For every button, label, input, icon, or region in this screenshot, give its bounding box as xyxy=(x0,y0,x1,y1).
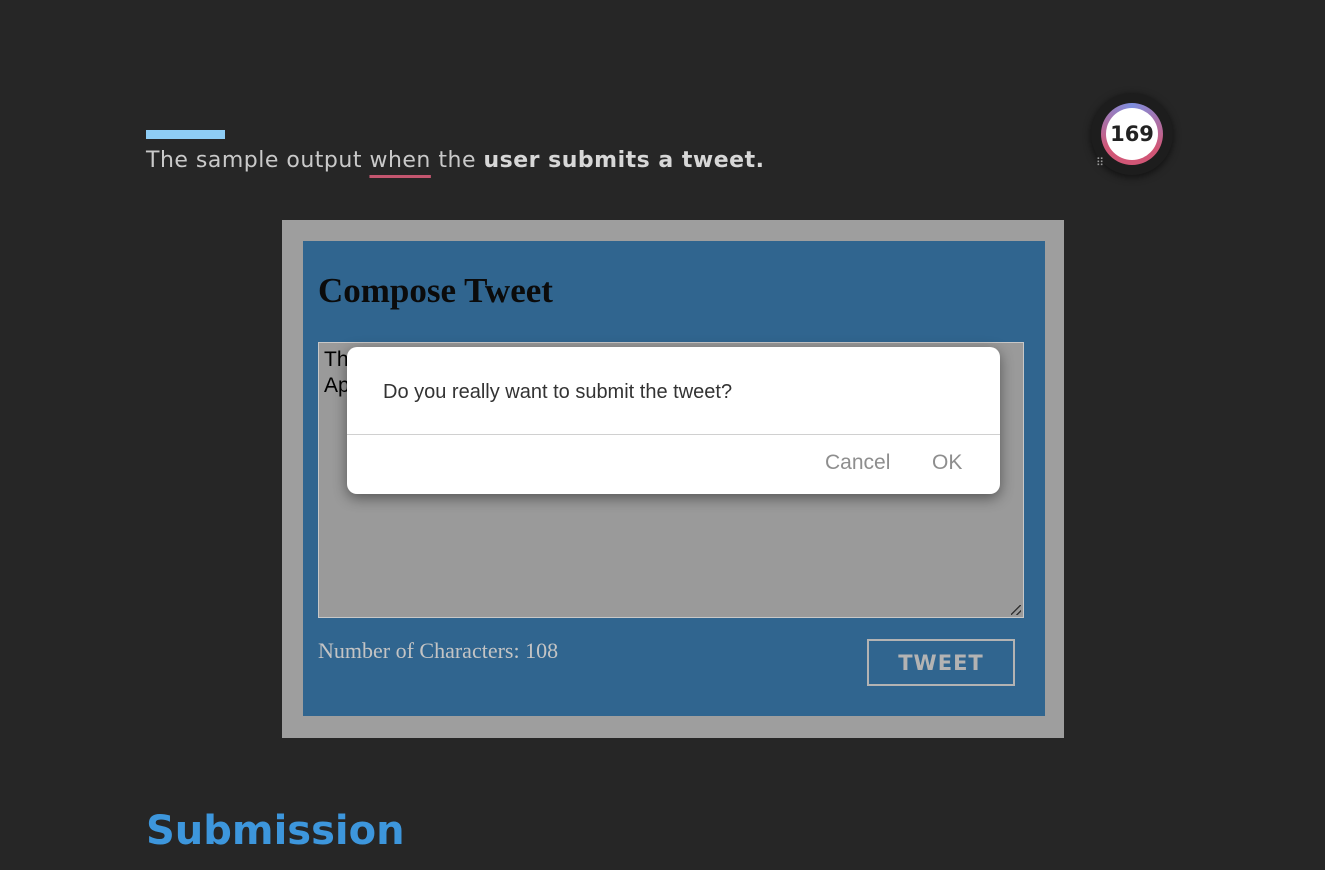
compose-title: Compose Tweet xyxy=(318,271,553,310)
ok-button[interactable]: OK xyxy=(932,451,962,475)
badge-count: 169 xyxy=(1106,108,1158,160)
grammar-badge[interactable]: 169 ⠿ xyxy=(1091,93,1173,175)
intro-part-1: The sample output xyxy=(146,148,370,173)
tweet-button[interactable]: TWEET xyxy=(867,639,1015,686)
badge-ring: 169 xyxy=(1101,103,1163,165)
section-heading: Submission xyxy=(146,808,405,854)
dialog-divider xyxy=(347,434,1000,435)
page: The sample output when the user submits … xyxy=(0,0,1325,870)
confirm-dialog: Do you really want to submit the tweet? … xyxy=(347,347,1000,494)
drag-handle-icon[interactable]: ⠿ xyxy=(1096,157,1104,168)
accent-bar xyxy=(146,130,225,139)
resize-grip-icon[interactable] xyxy=(1011,605,1021,615)
character-count: Number of Characters: 108 xyxy=(318,638,559,663)
intro-bold-text: user submits a tweet. xyxy=(483,148,765,173)
intro-part-2: the xyxy=(430,148,484,173)
intro-text: The sample output when the user submits … xyxy=(146,148,764,173)
dialog-message: Do you really want to submit the tweet? xyxy=(383,381,733,403)
intro-underlined-word: when xyxy=(369,148,431,173)
cancel-button[interactable]: Cancel xyxy=(825,451,890,475)
